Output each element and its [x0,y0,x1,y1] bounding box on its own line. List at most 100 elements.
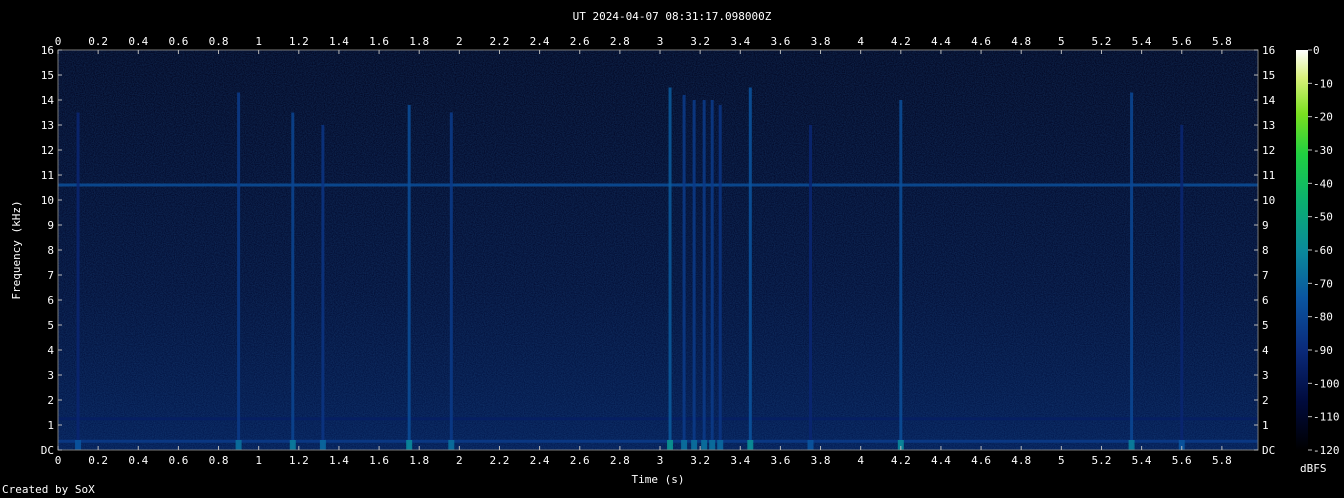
colorbar-tick-label: -30 [1313,144,1333,157]
y-tick-label-left: 16 [41,44,54,57]
y-tick-label-left: 6 [47,294,54,307]
transient-event [899,100,903,450]
colorbar-tick-label: 0 [1313,44,1320,57]
x-tick-label-top: 5.4 [1132,35,1152,48]
transient-event-base [1128,440,1135,450]
transient-event-base [691,440,698,450]
transient-event [1180,125,1184,450]
transient-event [748,87,752,450]
x-tick-label-top: 0 [55,35,62,48]
x-tick-label-top: 4.2 [891,35,911,48]
x-tick-label-bottom: 1.8 [409,454,429,467]
transient-event-base [319,440,326,450]
transient-event [710,100,714,450]
x-tick-label-top: 1.8 [409,35,429,48]
x-tick-label-bottom: 0.8 [209,454,229,467]
transient-event-base [235,440,242,450]
x-tick-label-top: 4.8 [1011,35,1031,48]
colorbar-tick-label: -100 [1313,377,1340,390]
colorbar-tick-label: -120 [1313,444,1340,457]
x-tick-label-bottom: 3 [657,454,664,467]
x-tick-label-top: 3.4 [730,35,750,48]
x-tick-label-bottom: 4.6 [971,454,991,467]
y-tick-label-right: 13 [1262,119,1275,132]
x-tick-label-bottom: 2 [456,454,463,467]
y-tick-label-left: 15 [41,69,54,82]
x-tick-label-top: 5 [1058,35,1065,48]
transient-event-base [75,440,82,450]
x-tick-label-top: 5.8 [1212,35,1232,48]
transient-event [321,125,325,450]
y-tick-label-left: 7 [47,269,54,282]
transient-event-base [807,440,814,450]
x-tick-label-bottom: 0.6 [168,454,188,467]
x-tick-label-top: 3.8 [811,35,831,48]
transient-event [702,100,706,450]
transient-event [718,105,722,450]
colorbar-tick-label: -40 [1313,177,1333,190]
chart-title: UT 2024-04-07 08:31:17.098000Z [573,10,772,23]
colorbar: 0 -10 -20 -30 -40 -50 -60 -70 -80 -90 -100 -110 -120… [1296,44,1340,475]
x-tick-label-top: 5.2 [1092,35,1112,48]
y-tick-label-right: 11 [1262,169,1275,182]
y-tick-label-left: 14 [41,94,55,107]
colorbar-label: dBFS [1300,462,1327,475]
x-tick-label-bottom: 5.6 [1172,454,1192,467]
transient-event-base [747,440,754,450]
y-tick-label-right: 10 [1262,194,1275,207]
transient-event-base [701,440,708,450]
colorbar-tick-label: -80 [1313,311,1333,324]
x-tick-label-bottom: 3.6 [770,454,790,467]
transient-event [668,87,672,450]
transient-event [237,92,241,450]
spectrogram-chart: UT 2024-04-07 08:31:17.098000Z 0 0.2 0.4 0.… [10,10,1340,486]
x-tick-label-top: 3.6 [770,35,790,48]
y-tick-label-right: 15 [1262,69,1275,82]
y-tick-label-left: 9 [47,219,54,232]
y-tick-label-left: 5 [47,319,54,332]
y-tick-label-left: 1 [47,419,54,432]
x-tick-label-top: 1.2 [289,35,309,48]
x-tick-label-top: 2.8 [610,35,630,48]
x-tick-label-bottom: 4.2 [891,454,911,467]
colorbar-tick-label: -90 [1313,344,1333,357]
y-tick-label-left: DC [41,444,54,457]
y-tick-label-left: 2 [47,394,54,407]
x-tick-label-top: 2 [456,35,463,48]
y-tick-label-right: 2 [1262,394,1269,407]
transient-event-base [667,440,674,450]
y-tick-label-left: 11 [41,169,54,182]
colorbar-tick-label: -50 [1313,211,1333,224]
colorbar-tick-label: -10 [1313,77,1333,90]
transient-event [692,100,696,450]
x-axis-label: Time (s) [632,473,685,486]
x-tick-label-bottom: 5.4 [1132,454,1152,467]
x-tick-label-bottom: 1.2 [289,454,309,467]
x-tick-label-bottom: 4.4 [931,454,951,467]
y-tick-label-right: 14 [1262,94,1276,107]
transient-event [1130,92,1134,450]
y-tick-label-left: 3 [47,369,54,382]
x-tick-label-top: 0.2 [88,35,108,48]
y-tick-label-left: 8 [47,244,54,257]
x-tick-label-top: 3.2 [690,35,710,48]
y-tick-label-right: 5 [1262,319,1269,332]
y-tick-label-right: 8 [1262,244,1269,257]
y-tick-label-right: 1 [1262,419,1269,432]
x-tick-label-bottom: 0 [55,454,62,467]
x-tick-label-top: 1.4 [329,35,349,48]
x-tick-label-top: 0.4 [128,35,148,48]
colorbar-tick-label: -60 [1313,244,1333,257]
x-tick-label-bottom: 0.4 [128,454,148,467]
transient-event [407,105,411,450]
y-tick-label-left: 13 [41,119,54,132]
y-tick-label-right: 6 [1262,294,1269,307]
x-tick-label-top: 4.6 [971,35,991,48]
footer-credit: Created by SoX [2,483,95,496]
x-tick-label-top: 0.6 [168,35,188,48]
x-tick-label-top: 2.6 [570,35,590,48]
x-tick-label-top: 4.4 [931,35,951,48]
colorbar-tick-label: -20 [1313,111,1333,124]
x-tick-label-bottom: 1 [255,454,262,467]
transient-event-base [681,440,688,450]
